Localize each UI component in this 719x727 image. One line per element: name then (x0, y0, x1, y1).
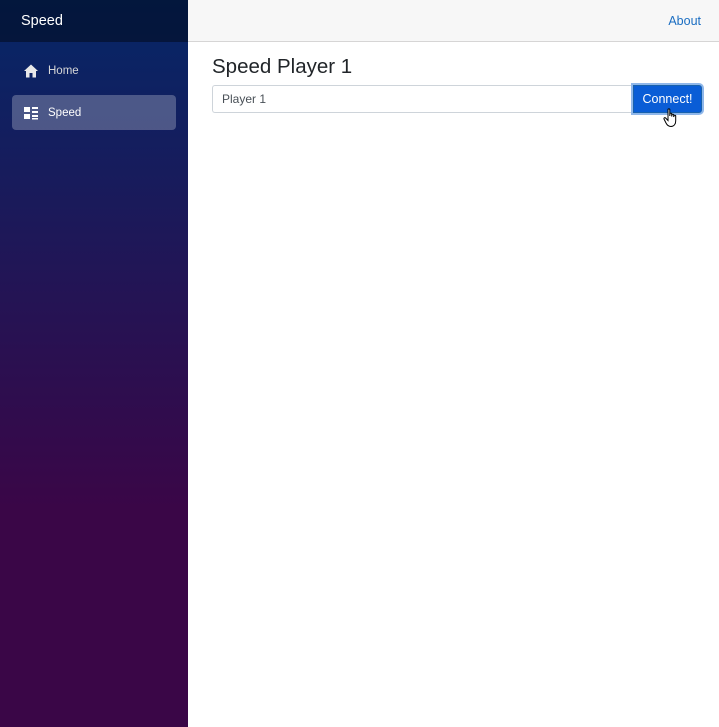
hand-cursor-icon (663, 108, 677, 128)
sidebar-item-label: Home (48, 64, 79, 77)
sidebar-item-speed[interactable]: Speed (12, 95, 176, 130)
home-icon (23, 63, 39, 79)
brand-bar: Speed (0, 0, 188, 42)
app-brand[interactable]: Speed (21, 13, 63, 29)
top-bar: About (188, 0, 719, 42)
player-name-input[interactable] (212, 85, 633, 113)
sidebar: Speed Home Speed (0, 0, 188, 727)
dashboard-icon (23, 105, 39, 121)
page-title: Speed Player 1 (212, 55, 353, 78)
nav-menu: Home Speed (0, 42, 188, 130)
connect-form: Connect! (212, 85, 702, 113)
sidebar-item-home[interactable]: Home (12, 53, 176, 88)
content: Speed Player 1 Connect! (188, 42, 719, 113)
about-link[interactable]: About (668, 14, 701, 28)
main-area: About Speed Player 1 Connect! (188, 0, 719, 727)
sidebar-item-label: Speed (48, 106, 82, 119)
